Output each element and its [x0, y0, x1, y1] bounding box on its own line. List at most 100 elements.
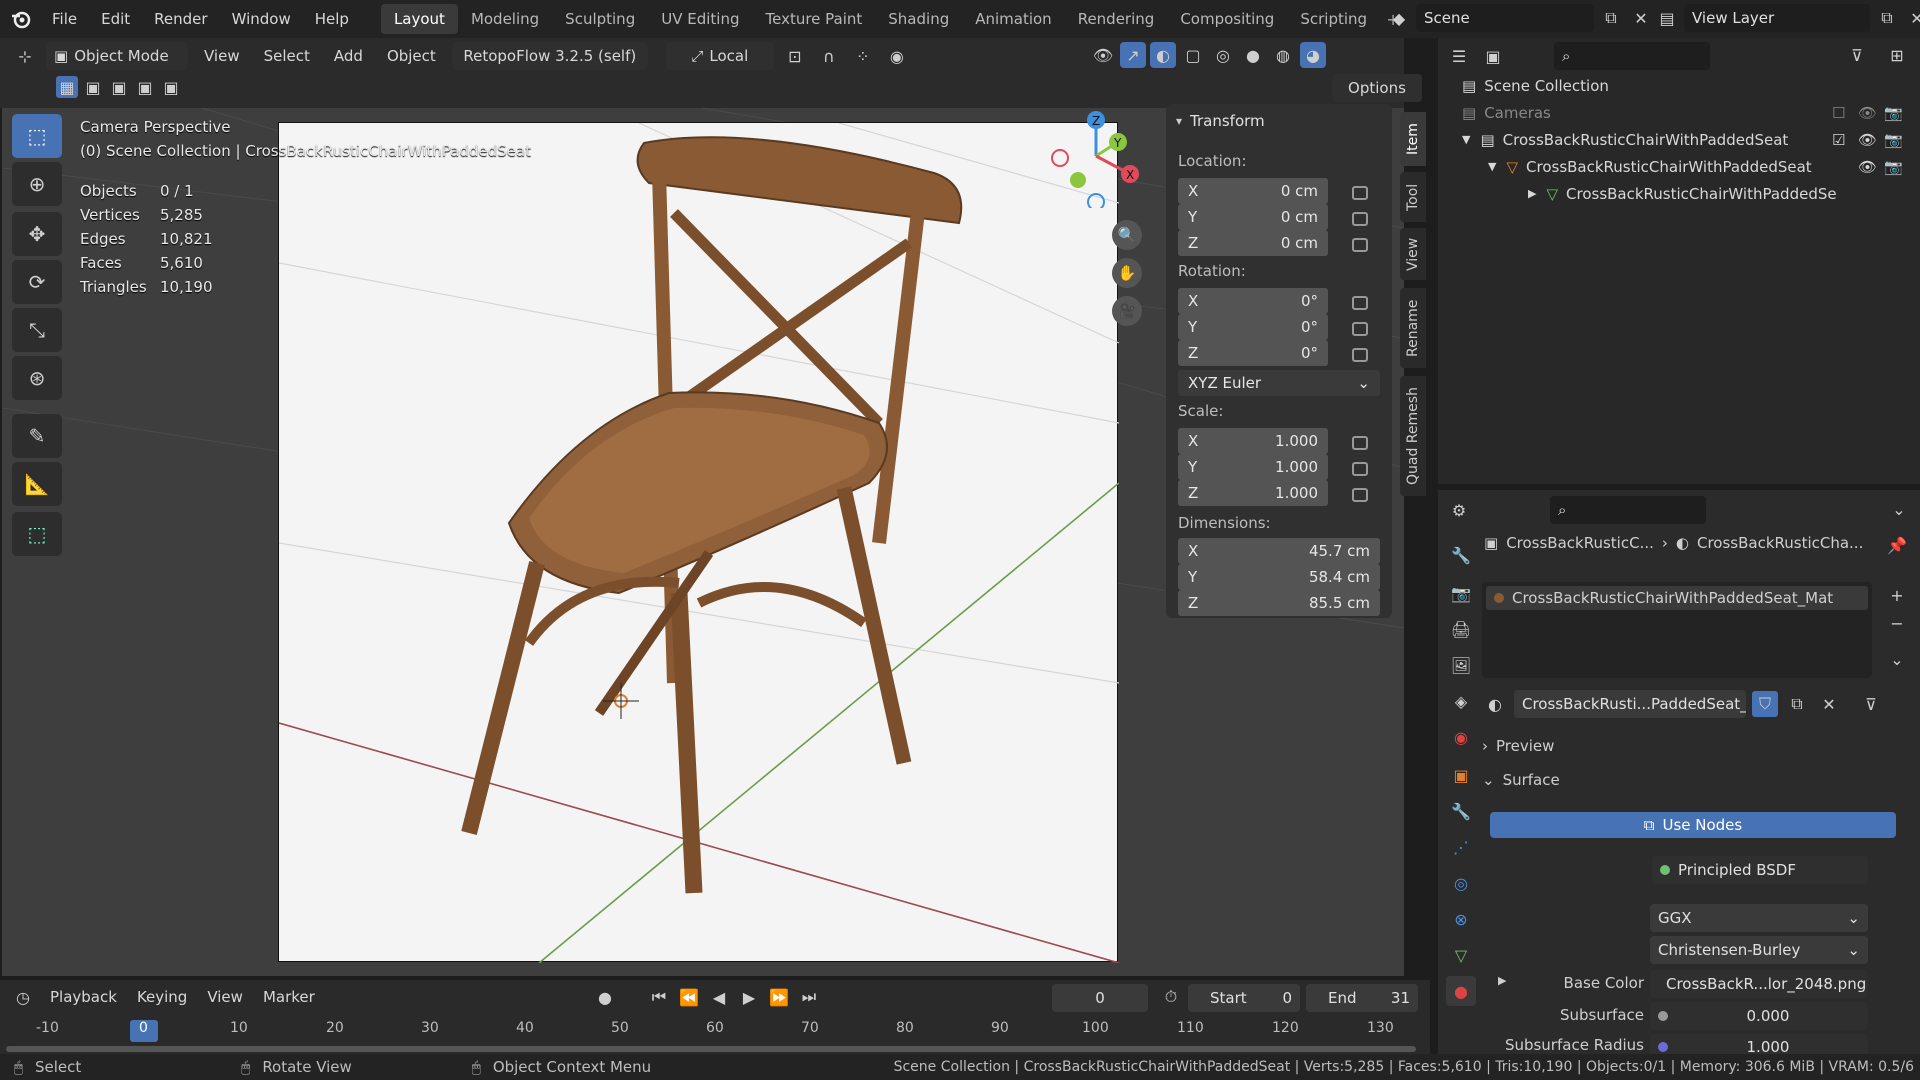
- lock-icon[interactable]: [1352, 322, 1368, 336]
- location-z-field[interactable]: Z0 cm: [1178, 230, 1328, 256]
- modifier-tab-icon[interactable]: 🔧: [1446, 796, 1476, 826]
- collapse-icon[interactable]: ▾: [1176, 114, 1182, 128]
- menu-render[interactable]: Render: [142, 0, 219, 38]
- physics-tab-icon[interactable]: ◎: [1446, 868, 1476, 898]
- duplicate-material-icon[interactable]: ⧉: [1784, 691, 1810, 717]
- zoom-icon[interactable]: 🔍: [1112, 220, 1142, 250]
- eye-icon[interactable]: 👁: [1858, 104, 1877, 122]
- object-mode-dropdown[interactable]: ▣ Object Mode: [46, 42, 188, 70]
- surface-panel-header[interactable]: ⌄ Surface: [1482, 766, 1912, 794]
- camera-icon[interactable]: 📷: [1884, 131, 1903, 149]
- lock-icon[interactable]: [1352, 462, 1368, 476]
- record-icon[interactable]: ●: [592, 984, 618, 1010]
- expand-icon[interactable]: ▼: [1488, 160, 1496, 173]
- frame-ruler[interactable]: -10 0 10 20 30 40 50 60 70 80 90 100 110…: [0, 1020, 1420, 1044]
- options-dropdown[interactable]: Options: [1332, 74, 1422, 102]
- menu-select[interactable]: Select: [256, 42, 318, 70]
- add-slot-icon[interactable]: +: [1884, 582, 1910, 608]
- world-tab-icon[interactable]: ◉: [1446, 722, 1476, 752]
- snap-icon[interactable]: ∩: [816, 43, 842, 69]
- location-x-field[interactable]: X0 cm: [1178, 178, 1328, 204]
- lock-icon[interactable]: [1352, 348, 1368, 362]
- tab-tool[interactable]: Tool: [1400, 172, 1426, 222]
- menu-view[interactable]: View: [196, 42, 248, 70]
- tab-texture-paint[interactable]: Texture Paint: [752, 4, 875, 34]
- retopoflow-dropdown[interactable]: RetopoFlow 3.2.5 (self): [451, 42, 648, 70]
- render-tab-icon[interactable]: 📷: [1446, 578, 1476, 608]
- material-slot-list[interactable]: CrossBackRusticChairWithPaddedSeat_Mat: [1482, 582, 1872, 678]
- jump-end-icon[interactable]: ⏭: [796, 984, 822, 1010]
- checkbox-icon[interactable]: ☐: [1832, 104, 1845, 122]
- next-keyframe-icon[interactable]: ⏩: [766, 984, 792, 1010]
- menu-edit[interactable]: Edit: [89, 0, 142, 38]
- menu-add[interactable]: Add: [326, 42, 371, 70]
- filter-icon[interactable]: ⊽: [1844, 42, 1870, 68]
- tab-sculpting[interactable]: Sculpting: [552, 4, 648, 34]
- outliner-cameras[interactable]: ▤ Cameras ☐ 👁 📷: [1438, 99, 1920, 126]
- navigation-gizmo[interactable]: Z Y X: [1042, 108, 1142, 208]
- blender-logo-icon[interactable]: [8, 6, 34, 32]
- select-new-icon[interactable]: ▦: [56, 76, 78, 98]
- scale-z-field[interactable]: Z 1.000: [1178, 480, 1328, 506]
- view-layer-icon[interactable]: ▤: [1654, 5, 1680, 31]
- dimension-y-field[interactable]: Y 58.4 cm: [1178, 564, 1380, 590]
- menu-playback[interactable]: Playback: [44, 984, 123, 1010]
- outliner-editor-icon[interactable]: ☰: [1446, 43, 1472, 69]
- delete-view-layer-icon[interactable]: ✕: [1904, 5, 1920, 31]
- select-invert-icon[interactable]: ▣: [134, 76, 156, 98]
- tab-rendering[interactable]: Rendering: [1065, 4, 1168, 34]
- remove-slot-icon[interactable]: −: [1884, 610, 1910, 636]
- solid-shading-icon[interactable]: ●: [1240, 42, 1266, 68]
- surface-shader-field[interactable]: Principled BSDF: [1652, 856, 1868, 884]
- display-mode-icon[interactable]: ▣: [1480, 43, 1506, 69]
- editor-type-icon[interactable]: ⊹: [12, 43, 38, 69]
- tab-item[interactable]: Item: [1400, 112, 1426, 166]
- stopwatch-icon[interactable]: ⏱: [1158, 984, 1184, 1010]
- transform-tool[interactable]: ⊛: [12, 356, 62, 400]
- visibility-icon[interactable]: 👁: [1090, 42, 1116, 68]
- menu-window[interactable]: Window: [220, 0, 303, 38]
- current-frame-field[interactable]: 0: [1052, 984, 1148, 1012]
- browse-material-icon[interactable]: ◐: [1482, 691, 1508, 717]
- data-tab-icon[interactable]: ▽: [1446, 940, 1476, 970]
- distribution-dropdown[interactable]: GGX ⌄: [1650, 904, 1868, 932]
- rotation-y-field[interactable]: Y 0°: [1178, 314, 1328, 340]
- rotation-z-field[interactable]: Z 0°: [1178, 340, 1328, 366]
- new-scene-icon[interactable]: ⧉: [1598, 5, 1624, 31]
- outliner-chair-object[interactable]: ▼ ▽ CrossBackRusticChairWithPaddedSeat 👁…: [1438, 153, 1920, 180]
- scale-y-field[interactable]: Y 1.000: [1178, 454, 1328, 480]
- menu-keying[interactable]: Keying: [131, 984, 193, 1010]
- timeline-editor-icon[interactable]: ◷: [10, 984, 36, 1010]
- properties-search-input[interactable]: ⌕: [1550, 496, 1706, 524]
- lock-icon[interactable]: [1352, 488, 1368, 502]
- start-frame-field[interactable]: Start 0: [1188, 984, 1300, 1012]
- transform-title[interactable]: Transform: [1190, 112, 1265, 130]
- cursor-tool[interactable]: ⊕: [12, 162, 62, 206]
- pan-icon[interactable]: ✋: [1112, 258, 1142, 288]
- select-extend-icon[interactable]: ▣: [82, 76, 104, 98]
- rotation-mode-dropdown[interactable]: XYZ Euler ⌄: [1178, 370, 1380, 396]
- menu-help[interactable]: Help: [303, 0, 361, 38]
- rotation-x-field[interactable]: X 0°: [1178, 288, 1328, 314]
- expand-icon[interactable]: ▶: [1528, 187, 1536, 200]
- outliner-chair-collection[interactable]: ▼ ▤ CrossBackRusticChairWithPaddedSeat ☑…: [1438, 126, 1920, 153]
- scale-x-field[interactable]: X 1.000: [1178, 428, 1328, 454]
- gizmo-icon[interactable]: ↗: [1120, 42, 1146, 68]
- pin-icon[interactable]: 📌: [1884, 532, 1910, 558]
- tab-scripting[interactable]: Scripting: [1287, 4, 1380, 34]
- slot-menu-icon[interactable]: ⌄: [1884, 646, 1910, 672]
- lock-icon[interactable]: [1352, 186, 1368, 200]
- proportional-edit-icon[interactable]: ◉: [884, 43, 910, 69]
- material-tab-icon[interactable]: ●: [1446, 976, 1476, 1006]
- scale-tool[interactable]: ⤡: [12, 308, 62, 352]
- rotate-tool[interactable]: ⟳: [12, 260, 62, 304]
- chevron-right-icon[interactable]: ▶: [1498, 974, 1506, 987]
- overlay-icon[interactable]: ◐: [1150, 42, 1176, 68]
- expand-icon[interactable]: ▼: [1462, 133, 1470, 146]
- lock-icon[interactable]: [1352, 296, 1368, 310]
- select-subtract-icon[interactable]: ▣: [108, 76, 130, 98]
- prev-keyframe-icon[interactable]: ⏪: [676, 984, 702, 1010]
- tab-view[interactable]: View: [1400, 228, 1426, 280]
- lock-icon[interactable]: [1352, 436, 1368, 450]
- view-layer-tab-icon[interactable]: 🖼: [1446, 650, 1476, 680]
